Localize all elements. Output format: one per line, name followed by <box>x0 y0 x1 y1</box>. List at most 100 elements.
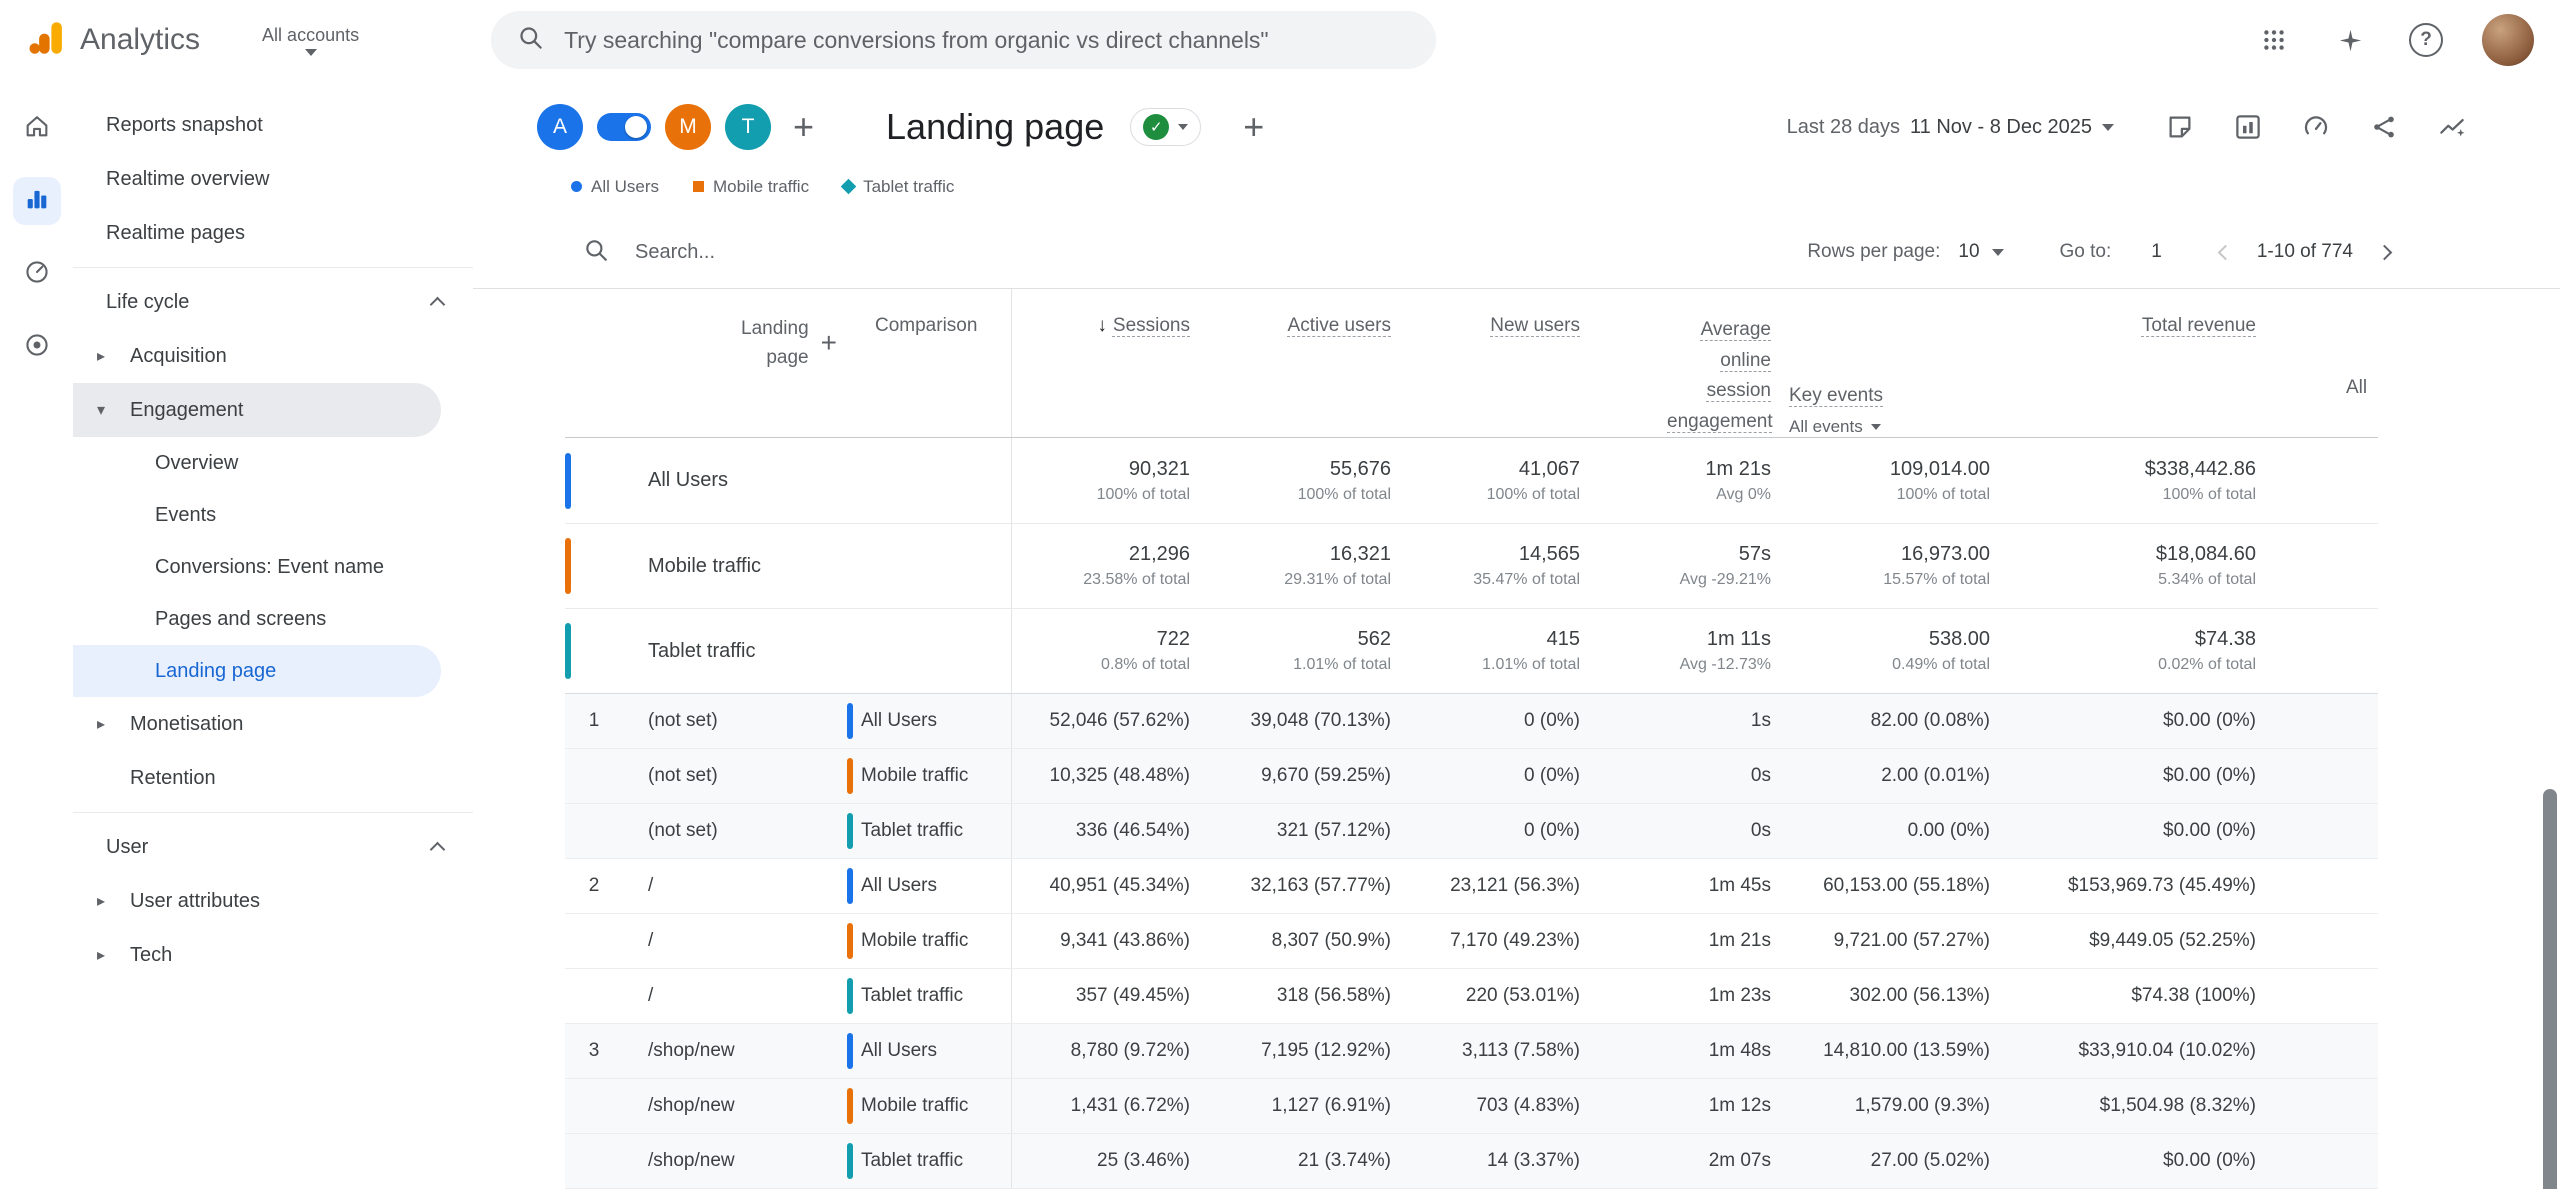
rows-per-page-select[interactable]: 10 <box>1958 241 2003 263</box>
segment-label: Tablet traffic <box>861 820 963 842</box>
rail-advertising-button[interactable] <box>13 323 61 371</box>
revenue-cell: $1,504.98 (8.32%) <box>2010 1079 2280 1133</box>
new-users-cell: 0 (0%) <box>1409 804 1598 858</box>
landing-page-value: / <box>648 875 653 897</box>
nav-retention[interactable]: Retention <box>73 751 473 805</box>
nav-monetisation[interactable]: ▸ Monetisation <box>73 697 473 751</box>
column-header-landing-page[interactable]: Landing page + <box>565 289 841 437</box>
date-range-picker[interactable]: Last 28 days 11 Nov - 8 Dec 2025 <box>1787 116 2114 139</box>
comparison-cell: Mobile traffic <box>841 749 1012 803</box>
report-header-actions: Last 28 days 11 Nov - 8 Dec 2025 <box>1787 109 2470 145</box>
insights-button[interactable] <box>2434 109 2470 145</box>
table-summary-row[interactable]: Tablet traffic 7220.8% of total 5621.01%… <box>565 608 2378 693</box>
analytics-logo[interactable]: Analytics <box>26 16 200 65</box>
column-header-comparison: Comparison <box>841 289 1012 437</box>
notes-button[interactable] <box>2162 109 2198 145</box>
share-button[interactable] <box>2366 109 2402 145</box>
column-header-key-events[interactable]: Key events All events <box>1789 289 2010 437</box>
account-switcher[interactable]: All accounts <box>262 25 359 56</box>
edit-comparisons-button[interactable] <box>2230 109 2266 145</box>
table-summary-row[interactable]: Mobile traffic 21,29623.58% of total 16,… <box>565 523 2378 608</box>
nav-section-life-cycle[interactable]: Life cycle <box>73 275 473 329</box>
comparison-toggle[interactable] <box>597 113 651 141</box>
segment-color-bar <box>847 923 853 959</box>
sessions-cell: 336 (46.54%) <box>1012 804 1208 858</box>
nav-engagement-conversions[interactable]: Conversions: Event name <box>73 541 441 593</box>
global-search[interactable] <box>491 11 1436 69</box>
summary-new-users-cell: 41,067100% of total <box>1409 438 1598 523</box>
table-row[interactable]: (not set) Tablet traffic 336 (46.54%) 32… <box>565 804 2378 859</box>
clipped-cell <box>2280 969 2378 1023</box>
user-avatar[interactable] <box>2482 14 2534 66</box>
nav-engagement-pages-screens[interactable]: Pages and screens <box>73 593 441 645</box>
nav-acquisition[interactable]: ▸ Acquisition <box>73 329 473 383</box>
table-row[interactable]: 1 (not set) All Users 52,046 (57.62%) 39… <box>565 694 2378 749</box>
sort-descending-icon[interactable]: ↓ <box>1097 315 1107 337</box>
expand-arrow-icon: ▸ <box>97 945 130 965</box>
table-summary-row[interactable]: All Users 90,321100% of total 55,676100%… <box>565 438 2378 523</box>
table-row[interactable]: (not set) Mobile traffic 10,325 (48.48%)… <box>565 749 2378 804</box>
comparison-chip-all-users[interactable]: A <box>537 104 583 150</box>
summary-sessions-cell: 21,29623.58% of total <box>1012 524 1208 608</box>
comparison-cell: All Users <box>841 859 1012 913</box>
nav-user-attributes[interactable]: ▸ User attributes <box>73 874 473 928</box>
add-comparison-button[interactable]: + <box>793 109 814 145</box>
nav-engagement[interactable]: ▾ Engagement <box>73 383 441 437</box>
segment-color-bar <box>847 758 853 794</box>
vertical-scrollbar[interactable] <box>2543 789 2557 1189</box>
key-events-filter-dropdown[interactable]: All events <box>1789 417 1881 437</box>
table-toolbar: Rows per page: 10 Go to: 1 1-10 of 774 <box>473 216 2560 289</box>
help-button[interactable]: ? <box>2406 20 2446 60</box>
benchmarking-button[interactable] <box>2298 109 2334 145</box>
nav-tech[interactable]: ▸ Tech <box>73 928 473 982</box>
nav-engagement-landing-page[interactable]: Landing page <box>73 645 441 697</box>
customise-report-button[interactable]: + <box>1243 109 1264 145</box>
nav-realtime-overview[interactable]: Realtime overview <box>73 152 473 206</box>
report-status-badge[interactable]: ✓ <box>1130 108 1201 146</box>
column-header-new-users[interactable]: New users <box>1409 289 1598 437</box>
previous-page-button[interactable] <box>2218 245 2234 261</box>
table-row[interactable]: / Tablet traffic 357 (49.45%) 318 (56.58… <box>565 969 2378 1024</box>
column-header-active-users[interactable]: Active users <box>1208 289 1409 437</box>
chevron-down-icon <box>2102 124 2114 131</box>
table-row[interactable]: / Mobile traffic 9,341 (43.86%) 8,307 (5… <box>565 914 2378 969</box>
gemini-assistant-button[interactable] <box>2330 20 2370 60</box>
nav-engagement-overview[interactable]: Overview <box>73 437 441 489</box>
table-search[interactable] <box>583 237 1807 268</box>
column-header-sessions[interactable]: ↓ Sessions <box>1012 289 1208 437</box>
comparison-chip-tablet[interactable]: T <box>725 104 771 150</box>
column-header-engagement[interactable]: Average online session engagement <box>1598 289 1789 437</box>
landing-page-value: (not set) <box>648 765 718 787</box>
table-row[interactable]: /shop/new Tablet traffic 25 (3.46%) 21 (… <box>565 1134 2378 1189</box>
table-row[interactable]: 2 / All Users 40,951 (45.34%) 32,163 (57… <box>565 859 2378 914</box>
landing-page-value: /shop/new <box>648 1095 735 1117</box>
revenue-cell: $0.00 (0%) <box>2010 1134 2280 1188</box>
summary-revenue-cell: $338,442.86100% of total <box>2010 438 2280 523</box>
new-users-cell: 0 (0%) <box>1409 749 1598 803</box>
nav-reports-snapshot[interactable]: Reports snapshot <box>73 98 473 152</box>
column-header-total-revenue[interactable]: Total revenue <box>2010 289 2280 437</box>
table-row[interactable]: 3 /shop/new All Users 8,780 (9.72%) 7,19… <box>565 1024 2378 1079</box>
next-page-button[interactable] <box>2377 245 2393 261</box>
rail-reports-button[interactable] <box>13 177 61 225</box>
google-apps-button[interactable] <box>2254 20 2294 60</box>
nav-engagement-events[interactable]: Events <box>73 489 441 541</box>
rail-home-button[interactable] <box>13 104 61 152</box>
nav-section-user[interactable]: User <box>73 820 473 874</box>
clipped-cell <box>2280 859 2378 913</box>
segment-color-bar <box>847 813 853 849</box>
active-users-cell: 321 (57.12%) <box>1208 804 1409 858</box>
goto-page-input[interactable]: 1 <box>2141 235 2172 269</box>
table-row[interactable]: /shop/new Mobile traffic 1,431 (6.72%) 1… <box>565 1079 2378 1134</box>
comparison-chip-mobile[interactable]: M <box>665 104 711 150</box>
summary-clipped-cell <box>2280 524 2378 608</box>
global-search-input[interactable] <box>564 27 1410 54</box>
add-dimension-icon[interactable]: + <box>821 329 837 437</box>
rail-explore-button[interactable] <box>13 250 61 298</box>
nav-realtime-pages[interactable]: Realtime pages <box>73 206 473 260</box>
table-search-input[interactable] <box>635 241 1135 264</box>
new-users-cell: 14 (3.37%) <box>1409 1134 1598 1188</box>
segment-label: All Users <box>861 875 937 897</box>
analytics-logo-icon <box>26 16 68 65</box>
clipped-cell <box>2280 1079 2378 1133</box>
